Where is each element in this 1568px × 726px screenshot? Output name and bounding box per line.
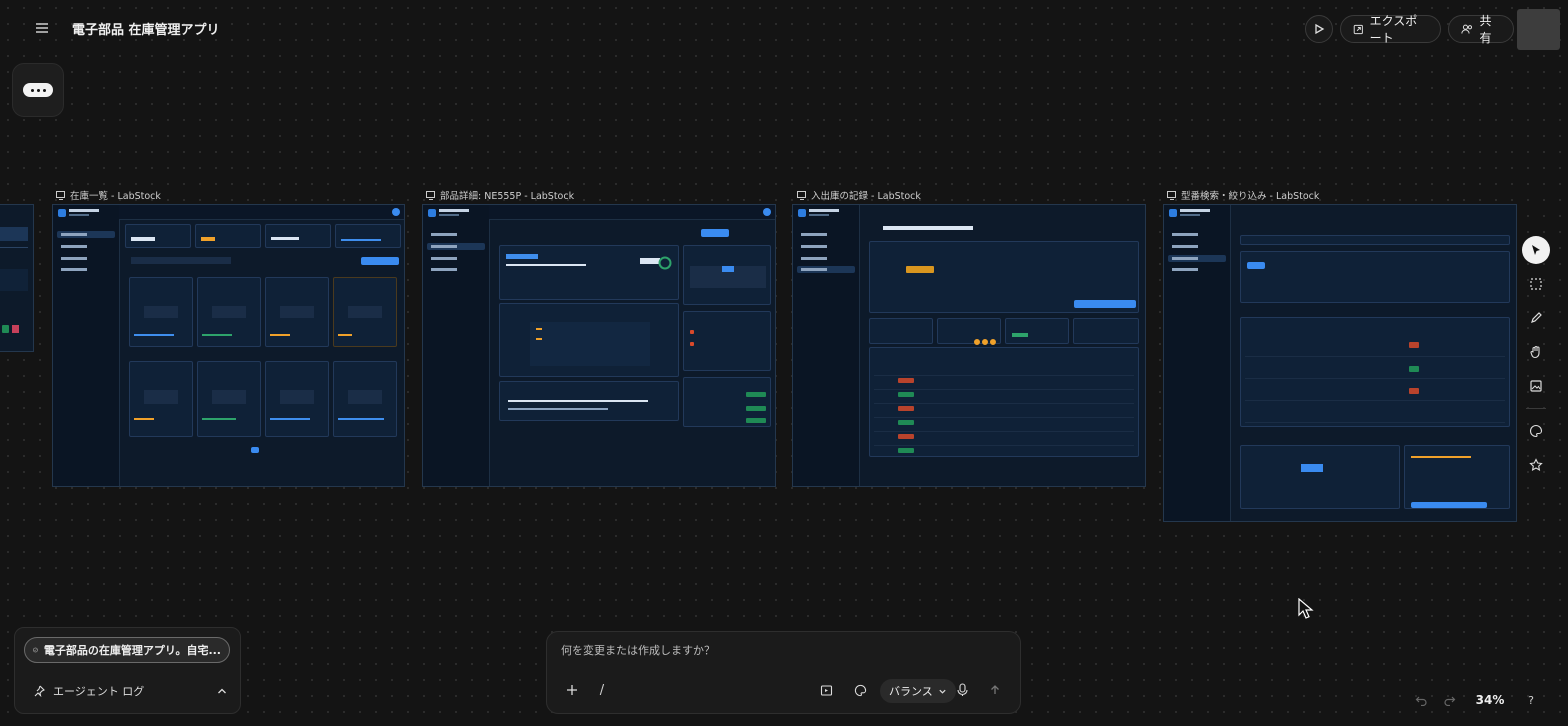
frame-icon <box>1167 190 1176 200</box>
frame-transactions[interactable] <box>792 204 1146 487</box>
frame-search[interactable] <box>1163 204 1517 522</box>
prompt-box[interactable]: 何を変更または作成しますか？ / バランス <box>546 631 1021 714</box>
pointer-icon <box>1532 245 1540 255</box>
share-button[interactable]: 共有 <box>1448 14 1514 45</box>
cursor-icon <box>1298 598 1314 619</box>
help-icon: ? <box>1528 694 1534 707</box>
offscreen-frame[interactable] <box>0 204 34 352</box>
frame-label-inventory[interactable]: 在庫一覧 - LabStock <box>56 188 161 202</box>
frame-inventory[interactable] <box>52 204 405 487</box>
pin-icon <box>34 685 45 697</box>
redo-icon <box>1443 696 1455 706</box>
top-bar: 電子部品 在庫管理アプリ エクスポート 共有 <box>0 0 1568 56</box>
frame-label-transactions[interactable]: 入出庫の記録 - LabStock <box>797 188 921 202</box>
hand-icon <box>1530 345 1540 359</box>
agent-log-toggle[interactable]: エージェント ログ <box>33 683 228 699</box>
arrow-up-icon <box>991 685 999 694</box>
play-icon <box>1315 23 1325 35</box>
redo-button[interactable] <box>1435 686 1463 714</box>
prompt-input[interactable]: 何を変更または作成しますか？ <box>561 642 715 658</box>
export-button[interactable]: エクスポート <box>1340 14 1441 45</box>
undo-icon <box>1415 696 1427 706</box>
hand-tool[interactable] <box>1522 338 1550 366</box>
svg-text:?: ? <box>1528 694 1534 707</box>
undo-button[interactable] <box>1407 686 1435 714</box>
palette-icon <box>854 684 866 696</box>
attach-frame-button[interactable] <box>817 681 835 699</box>
play-button[interactable] <box>1305 15 1333 43</box>
avatar[interactable] <box>1517 9 1560 50</box>
share-icon <box>1461 24 1473 34</box>
mode-select[interactable]: バランス <box>880 679 956 703</box>
app-title: 電子部品 在庫管理アプリ <box>72 23 220 38</box>
menu-icon[interactable] <box>28 14 56 42</box>
favorite-tool[interactable] <box>1522 451 1550 479</box>
palette-tool[interactable] <box>1522 417 1550 445</box>
select-box-tool[interactable] <box>1522 270 1550 298</box>
slash-command-button[interactable]: / <box>595 681 609 699</box>
chevron-up-icon <box>218 688 226 694</box>
add-button[interactable] <box>563 681 581 699</box>
frame-part-detail[interactable] <box>422 204 776 487</box>
pen-tool[interactable] <box>1522 304 1550 332</box>
frame-label-search[interactable]: 型番検索・絞り込み - LabStock <box>1167 188 1319 202</box>
check-circle-icon <box>33 647 38 653</box>
select-box-icon <box>1530 278 1542 290</box>
frame-icon <box>56 190 65 200</box>
image-icon <box>1530 380 1542 392</box>
star-icon <box>1529 458 1543 471</box>
pen-icon <box>1531 312 1542 323</box>
chevron-down-icon <box>939 689 946 694</box>
image-tool[interactable] <box>1522 372 1550 400</box>
frame-icon <box>797 190 806 200</box>
style-button[interactable] <box>851 681 869 699</box>
task-chip[interactable]: 電子部品の在庫管理アプリ。自宅... <box>24 637 230 663</box>
palette-icon <box>1530 424 1543 438</box>
canvas-toolbar <box>1521 236 1551 492</box>
help-button[interactable]: ? <box>1517 686 1545 714</box>
more-dots-icon <box>23 83 53 97</box>
pointer-tool[interactable] <box>1522 236 1550 264</box>
zoom-level[interactable]: 34% <box>1463 693 1517 707</box>
send-button[interactable] <box>986 681 1004 699</box>
frame-icon <box>426 190 435 200</box>
share-label: 共有 <box>1479 14 1492 45</box>
export-label: エクスポート <box>1369 14 1418 45</box>
voice-button[interactable] <box>953 681 971 699</box>
agent-panel: 電子部品の在庫管理アプリ。自宅... エージェント ログ <box>14 627 241 714</box>
export-icon <box>1353 24 1363 34</box>
plus-icon <box>567 685 577 695</box>
zoom-controls: 34% ? <box>1407 686 1557 714</box>
mic-icon <box>956 683 968 696</box>
frame-label-part-detail[interactable]: 部品詳細: NE555P - LabStock <box>426 188 574 202</box>
attach-icon <box>820 684 832 696</box>
more-options-button[interactable] <box>12 63 64 117</box>
